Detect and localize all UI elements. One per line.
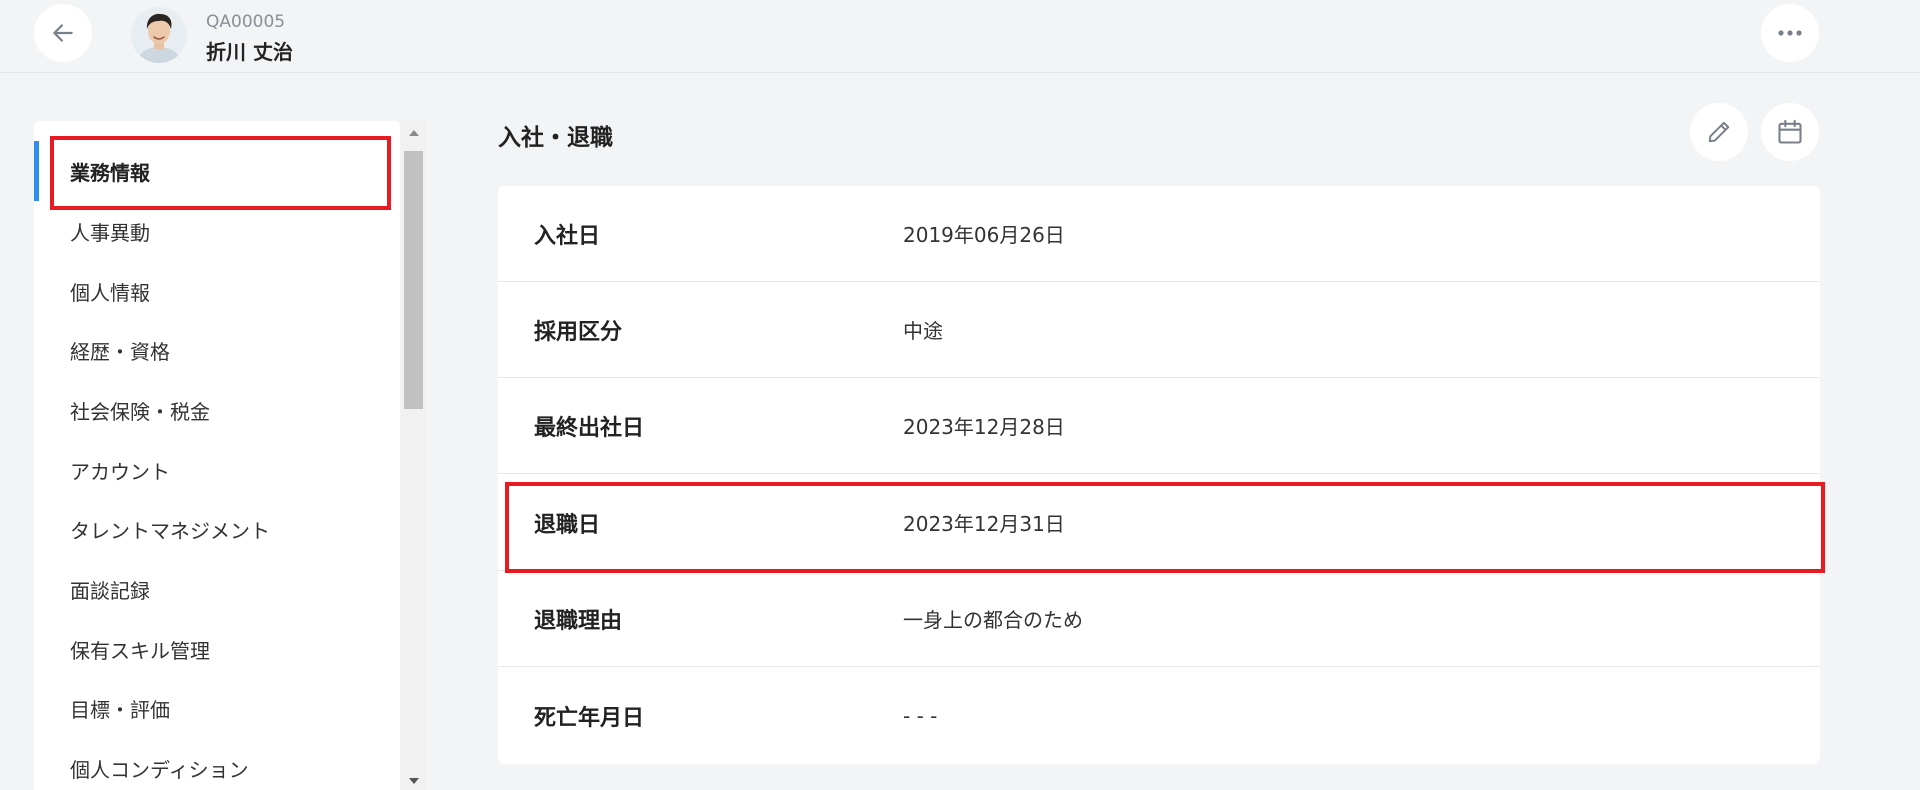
detail-row: 退職日 2023年12月31日 — [498, 475, 1820, 571]
detail-row: 採用区分 中途 — [498, 282, 1820, 378]
row-label: 入社日 — [534, 223, 601, 249]
sidebar-item-personal-condition[interactable]: 個人コンディション — [34, 738, 400, 790]
sidebar-item-goals-evaluation[interactable]: 目標・評価 — [34, 678, 400, 738]
row-label: 死亡年月日 — [534, 706, 645, 731]
more-horizontal-icon — [1778, 30, 1802, 36]
detail-row: 入社日 2019年06月26日 — [498, 186, 1820, 282]
arrow-left-icon — [53, 24, 73, 42]
page-header: QA00005 折川 丈治 — [0, 0, 1920, 73]
row-value: 中途 — [903, 319, 943, 343]
sidebar-item-talent-management[interactable]: タレントマネジメント — [34, 499, 400, 559]
employee-code: QA00005 — [206, 12, 286, 32]
scroll-up-arrow-icon[interactable] — [401, 125, 426, 141]
sidebar-item-personal-info[interactable]: 個人情報 — [34, 261, 400, 321]
sidebar-item-business-info[interactable]: 業務情報 — [34, 141, 400, 201]
sidebar-scrollbar[interactable] — [401, 121, 426, 790]
pencil-icon — [1708, 121, 1730, 143]
sidebar-item-interview-records[interactable]: 面談記録 — [34, 559, 400, 619]
sidebar-item-personnel-transfer[interactable]: 人事異動 — [34, 201, 400, 261]
more-button[interactable] — [1761, 4, 1819, 62]
sidebar-item-account[interactable]: アカウント — [34, 440, 400, 500]
employee-name: 折川 丈治 — [206, 40, 293, 64]
row-value: 2019年06月26日 — [903, 223, 1065, 247]
avatar — [131, 7, 187, 63]
back-button[interactable] — [34, 4, 92, 62]
employment-details-card: 入社日 2019年06月26日 採用区分 中途 最終出社日 2023年12月28… — [498, 186, 1820, 764]
row-label: 退職理由 — [534, 608, 623, 634]
row-label: 退職日 — [534, 512, 601, 538]
calendar-icon — [1778, 119, 1802, 144]
detail-row: 最終出社日 2023年12月28日 — [498, 378, 1820, 474]
scrollbar-thumb[interactable] — [404, 151, 423, 409]
section-title: 入社・退職 — [498, 125, 613, 151]
detail-row: 退職理由 一身上の都合のため — [498, 571, 1820, 667]
row-value: 2023年12月31日 — [903, 512, 1065, 536]
row-value: 2023年12月28日 — [903, 415, 1065, 439]
history-calendar-button[interactable] — [1761, 103, 1819, 161]
row-value: 一身上の都合のため — [903, 608, 1083, 632]
edit-button[interactable] — [1690, 103, 1748, 161]
row-value: - - - — [903, 704, 938, 728]
sidebar-item-insurance-tax[interactable]: 社会保険・税金 — [34, 380, 400, 440]
detail-row: 死亡年月日 - - - — [498, 668, 1820, 764]
sidebar-item-career-qualifications[interactable]: 経歴・資格 — [34, 320, 400, 380]
scroll-down-arrow-icon[interactable] — [401, 773, 426, 789]
row-label: 最終出社日 — [534, 415, 645, 441]
sidebar-item-skill-management[interactable]: 保有スキル管理 — [34, 619, 400, 679]
row-label: 採用区分 — [534, 319, 623, 345]
sidebar-nav: 業務情報 人事異動 個人情報 経歴・資格 社会保険・税金 アカウント タレントマ… — [34, 121, 400, 790]
